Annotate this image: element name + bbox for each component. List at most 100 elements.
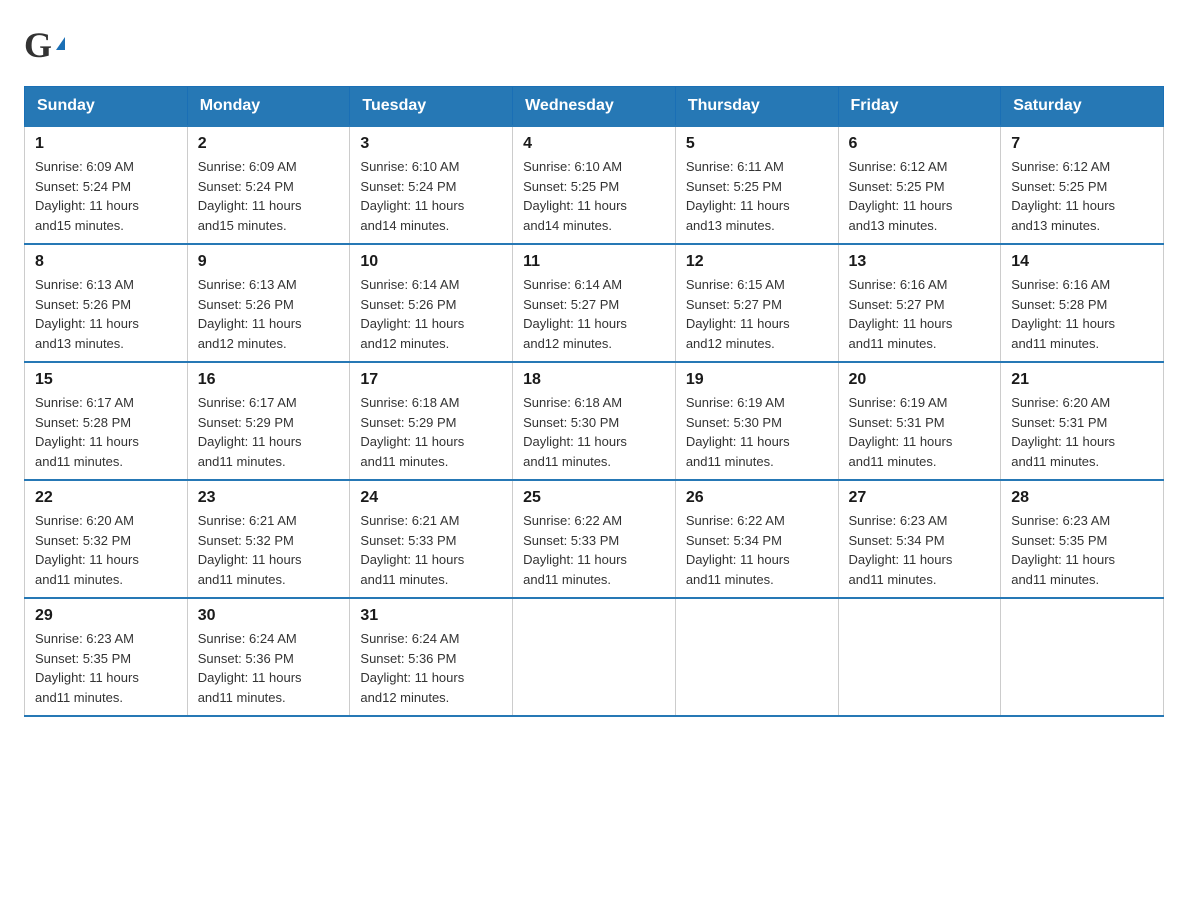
day-info: Sunrise: 6:22 AMSunset: 5:33 PMDaylight:… [523,511,665,589]
calendar-cell: 25 Sunrise: 6:22 AMSunset: 5:33 PMDaylig… [513,480,676,598]
calendar-cell: 7 Sunrise: 6:12 AMSunset: 5:25 PMDayligh… [1001,126,1164,244]
day-info: Sunrise: 6:09 AMSunset: 5:24 PMDaylight:… [35,157,177,235]
calendar-cell: 22 Sunrise: 6:20 AMSunset: 5:32 PMDaylig… [25,480,188,598]
weekday-header-thursday: Thursday [675,87,838,127]
day-number: 14 [1011,253,1153,271]
calendar-cell: 24 Sunrise: 6:21 AMSunset: 5:33 PMDaylig… [350,480,513,598]
day-number: 9 [198,253,340,271]
calendar-cell: 18 Sunrise: 6:18 AMSunset: 5:30 PMDaylig… [513,362,676,480]
weekday-header-monday: Monday [187,87,350,127]
day-number: 30 [198,607,340,625]
day-number: 16 [198,371,340,389]
day-info: Sunrise: 6:13 AMSunset: 5:26 PMDaylight:… [35,275,177,353]
day-info: Sunrise: 6:12 AMSunset: 5:25 PMDaylight:… [1011,157,1153,235]
logo-triangle-icon [56,37,65,50]
calendar-cell: 3 Sunrise: 6:10 AMSunset: 5:24 PMDayligh… [350,126,513,244]
day-info: Sunrise: 6:10 AMSunset: 5:25 PMDaylight:… [523,157,665,235]
weekday-header-saturday: Saturday [1001,87,1164,127]
calendar-cell [838,598,1001,716]
calendar-cell: 13 Sunrise: 6:16 AMSunset: 5:27 PMDaylig… [838,244,1001,362]
day-info: Sunrise: 6:21 AMSunset: 5:33 PMDaylight:… [360,511,502,589]
day-number: 18 [523,371,665,389]
day-info: Sunrise: 6:16 AMSunset: 5:27 PMDaylight:… [849,275,991,353]
calendar-week-row: 15 Sunrise: 6:17 AMSunset: 5:28 PMDaylig… [25,362,1164,480]
calendar-cell: 9 Sunrise: 6:13 AMSunset: 5:26 PMDayligh… [187,244,350,362]
calendar-week-row: 22 Sunrise: 6:20 AMSunset: 5:32 PMDaylig… [25,480,1164,598]
day-info: Sunrise: 6:21 AMSunset: 5:32 PMDaylight:… [198,511,340,589]
day-number: 19 [686,371,828,389]
calendar-cell: 17 Sunrise: 6:18 AMSunset: 5:29 PMDaylig… [350,362,513,480]
calendar-cell: 31 Sunrise: 6:24 AMSunset: 5:36 PMDaylig… [350,598,513,716]
calendar-cell: 19 Sunrise: 6:19 AMSunset: 5:30 PMDaylig… [675,362,838,480]
day-number: 26 [686,489,828,507]
day-info: Sunrise: 6:20 AMSunset: 5:32 PMDaylight:… [35,511,177,589]
day-info: Sunrise: 6:23 AMSunset: 5:35 PMDaylight:… [35,629,177,707]
day-info: Sunrise: 6:11 AMSunset: 5:25 PMDaylight:… [686,157,828,235]
day-number: 13 [849,253,991,271]
calendar-cell: 27 Sunrise: 6:23 AMSunset: 5:34 PMDaylig… [838,480,1001,598]
day-number: 24 [360,489,502,507]
day-number: 2 [198,135,340,153]
calendar-cell: 1 Sunrise: 6:09 AMSunset: 5:24 PMDayligh… [25,126,188,244]
calendar-cell: 23 Sunrise: 6:21 AMSunset: 5:32 PMDaylig… [187,480,350,598]
day-info: Sunrise: 6:15 AMSunset: 5:27 PMDaylight:… [686,275,828,353]
page-header: G [24,24,1164,66]
day-info: Sunrise: 6:17 AMSunset: 5:29 PMDaylight:… [198,393,340,471]
day-number: 3 [360,135,502,153]
day-number: 4 [523,135,665,153]
calendar-table: SundayMondayTuesdayWednesdayThursdayFrid… [24,86,1164,717]
day-number: 31 [360,607,502,625]
day-number: 1 [35,135,177,153]
weekday-header-sunday: Sunday [25,87,188,127]
day-info: Sunrise: 6:19 AMSunset: 5:30 PMDaylight:… [686,393,828,471]
day-number: 10 [360,253,502,271]
day-info: Sunrise: 6:09 AMSunset: 5:24 PMDaylight:… [198,157,340,235]
calendar-cell: 15 Sunrise: 6:17 AMSunset: 5:28 PMDaylig… [25,362,188,480]
day-number: 22 [35,489,177,507]
logo-g-letter: G [24,24,52,66]
calendar-cell: 12 Sunrise: 6:15 AMSunset: 5:27 PMDaylig… [675,244,838,362]
day-number: 6 [849,135,991,153]
calendar-cell: 5 Sunrise: 6:11 AMSunset: 5:25 PMDayligh… [675,126,838,244]
calendar-cell: 28 Sunrise: 6:23 AMSunset: 5:35 PMDaylig… [1001,480,1164,598]
day-info: Sunrise: 6:16 AMSunset: 5:28 PMDaylight:… [1011,275,1153,353]
calendar-cell: 6 Sunrise: 6:12 AMSunset: 5:25 PMDayligh… [838,126,1001,244]
day-info: Sunrise: 6:19 AMSunset: 5:31 PMDaylight:… [849,393,991,471]
calendar-cell [1001,598,1164,716]
calendar-week-row: 1 Sunrise: 6:09 AMSunset: 5:24 PMDayligh… [25,126,1164,244]
day-number: 20 [849,371,991,389]
calendar-cell: 8 Sunrise: 6:13 AMSunset: 5:26 PMDayligh… [25,244,188,362]
weekday-header-tuesday: Tuesday [350,87,513,127]
day-info: Sunrise: 6:18 AMSunset: 5:30 PMDaylight:… [523,393,665,471]
calendar-cell: 29 Sunrise: 6:23 AMSunset: 5:35 PMDaylig… [25,598,188,716]
day-number: 25 [523,489,665,507]
calendar-cell: 16 Sunrise: 6:17 AMSunset: 5:29 PMDaylig… [187,362,350,480]
day-number: 17 [360,371,502,389]
day-number: 12 [686,253,828,271]
day-info: Sunrise: 6:23 AMSunset: 5:35 PMDaylight:… [1011,511,1153,589]
day-info: Sunrise: 6:24 AMSunset: 5:36 PMDaylight:… [198,629,340,707]
calendar-week-row: 8 Sunrise: 6:13 AMSunset: 5:26 PMDayligh… [25,244,1164,362]
day-number: 15 [35,371,177,389]
day-info: Sunrise: 6:18 AMSunset: 5:29 PMDaylight:… [360,393,502,471]
day-info: Sunrise: 6:23 AMSunset: 5:34 PMDaylight:… [849,511,991,589]
day-info: Sunrise: 6:22 AMSunset: 5:34 PMDaylight:… [686,511,828,589]
day-number: 28 [1011,489,1153,507]
calendar-cell: 30 Sunrise: 6:24 AMSunset: 5:36 PMDaylig… [187,598,350,716]
day-number: 21 [1011,371,1153,389]
day-info: Sunrise: 6:20 AMSunset: 5:31 PMDaylight:… [1011,393,1153,471]
day-info: Sunrise: 6:12 AMSunset: 5:25 PMDaylight:… [849,157,991,235]
calendar-cell: 11 Sunrise: 6:14 AMSunset: 5:27 PMDaylig… [513,244,676,362]
day-info: Sunrise: 6:13 AMSunset: 5:26 PMDaylight:… [198,275,340,353]
weekday-header-friday: Friday [838,87,1001,127]
weekday-header-row: SundayMondayTuesdayWednesdayThursdayFrid… [25,87,1164,127]
calendar-cell: 20 Sunrise: 6:19 AMSunset: 5:31 PMDaylig… [838,362,1001,480]
calendar-cell: 10 Sunrise: 6:14 AMSunset: 5:26 PMDaylig… [350,244,513,362]
day-number: 27 [849,489,991,507]
day-info: Sunrise: 6:10 AMSunset: 5:24 PMDaylight:… [360,157,502,235]
day-info: Sunrise: 6:24 AMSunset: 5:36 PMDaylight:… [360,629,502,707]
calendar-cell: 2 Sunrise: 6:09 AMSunset: 5:24 PMDayligh… [187,126,350,244]
day-number: 29 [35,607,177,625]
calendar-week-row: 29 Sunrise: 6:23 AMSunset: 5:35 PMDaylig… [25,598,1164,716]
calendar-cell: 4 Sunrise: 6:10 AMSunset: 5:25 PMDayligh… [513,126,676,244]
